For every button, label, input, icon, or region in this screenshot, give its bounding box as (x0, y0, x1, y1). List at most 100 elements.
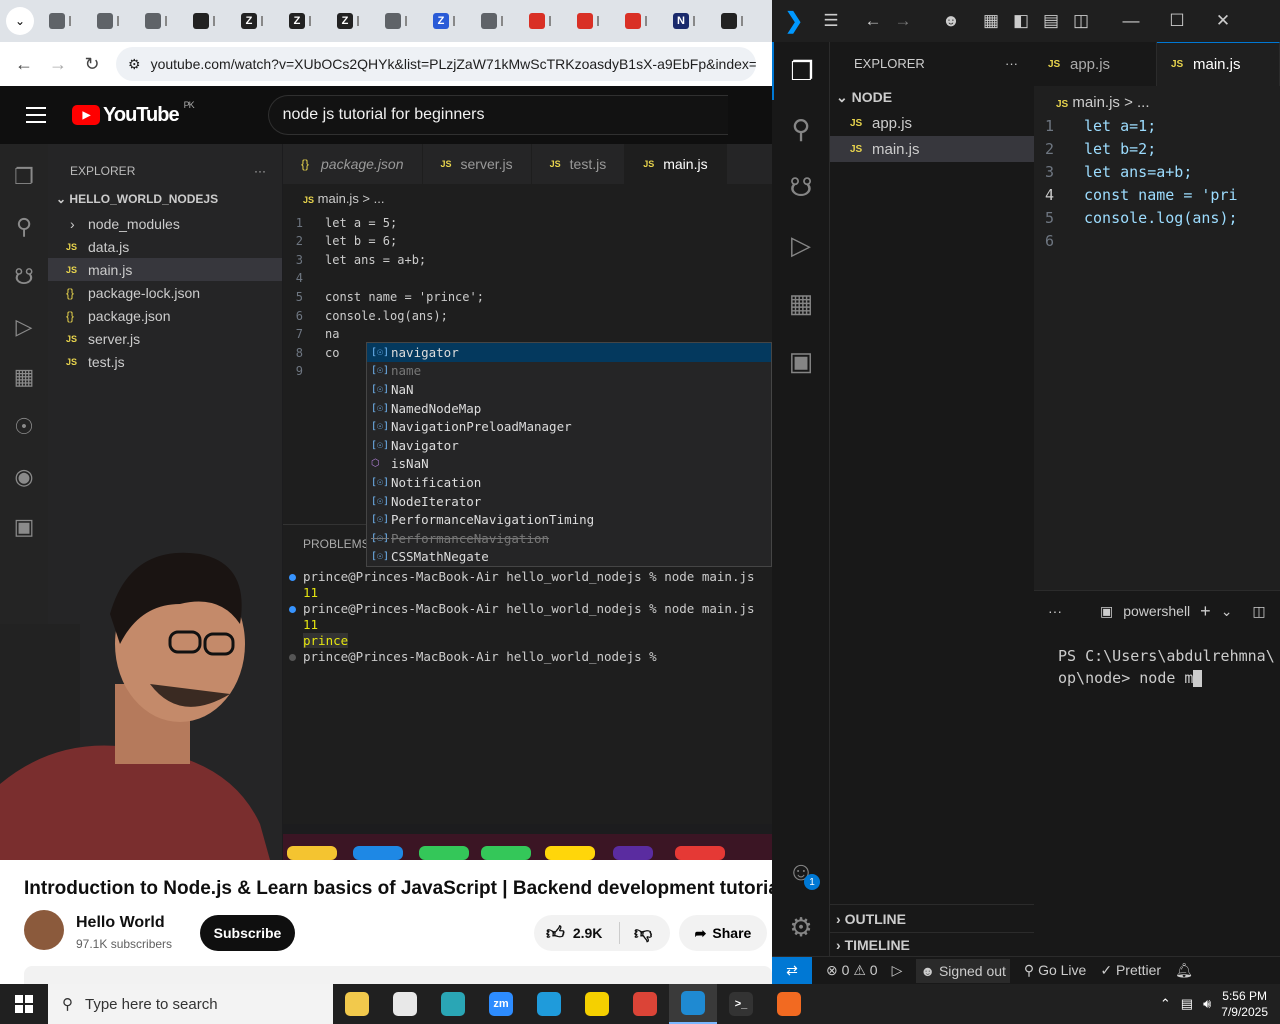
browser-tab[interactable] (518, 6, 562, 36)
forward-arrow-icon[interactable]: → (888, 11, 918, 31)
hamburger-menu-icon[interactable] (26, 107, 46, 123)
new-terminal-icon[interactable]: + (1200, 601, 1211, 622)
close-icon[interactable]: ✕ (1200, 11, 1246, 31)
remote-indicator[interactable]: ⇄ (772, 956, 812, 985)
browser-tab[interactable] (614, 6, 658, 36)
suggestion-item[interactable]: [☉] PerformanceNavigationTiming (367, 510, 771, 529)
address-bar[interactable]: ⚙ youtube.com/watch?v=XUbOCs2QHYk&list=P… (116, 47, 756, 81)
taskbar-app-paint[interactable] (381, 984, 429, 1024)
split-terminal-icon[interactable]: ◫ (1252, 603, 1265, 620)
browser-tab[interactable]: Z (326, 6, 370, 36)
site-settings-icon[interactable]: ⚙ (128, 56, 141, 73)
network-icon[interactable]: ▤ (1181, 996, 1193, 1012)
minimize-icon[interactable]: — (1108, 11, 1154, 31)
like-button[interactable]: 👍︎ 2.9K (534, 922, 620, 944)
share-button[interactable]: ➦ Share (679, 915, 767, 951)
back-arrow-icon[interactable]: ← (858, 11, 888, 31)
browser-tab[interactable]: Z (278, 6, 322, 36)
copilot-icon[interactable]: ☻ (936, 11, 966, 31)
more-icon[interactable]: ··· (1048, 603, 1062, 619)
channel-name[interactable]: Hello World (76, 914, 165, 932)
suggestion-item[interactable]: [☉] navigator (367, 343, 771, 362)
signed-out-status[interactable]: ☻ Signed out (916, 958, 1010, 983)
suggestion-item[interactable]: [☉] Navigator (367, 436, 771, 455)
problems-status[interactable]: ⊗ 0 ⚠ 0 (826, 962, 878, 979)
browser-tab[interactable]: N (662, 6, 706, 36)
clock[interactable]: 5:56 PM 7/9/2025 (1221, 988, 1268, 1020)
vscode-editor-tab[interactable]: JS main.js (1157, 42, 1280, 86)
tab-search-button[interactable]: ⌄ (6, 7, 34, 35)
forward-button[interactable]: → (48, 54, 68, 75)
taskbar-app-store[interactable] (429, 984, 477, 1024)
maximize-icon[interactable]: ☐ (1154, 11, 1200, 31)
timeline-section[interactable]: › TIMELINE (830, 932, 1034, 953)
explorer-icon[interactable]: ❐ (772, 42, 830, 100)
taskbar-app-zoom[interactable]: zm (477, 984, 525, 1024)
youtube-search-input[interactable]: node js tutorial for beginners (267, 95, 728, 135)
chevron-down-icon[interactable]: ⌄ (1221, 603, 1233, 620)
browser-tab[interactable]: Z (422, 6, 466, 36)
taskbar-app-chrome[interactable] (621, 984, 669, 1024)
taskbar-app-terminal[interactable]: >_ (717, 984, 765, 1024)
outline-section[interactable]: › OUTLINE (830, 904, 1034, 927)
taskbar-app-edge[interactable] (525, 984, 573, 1024)
bell-icon[interactable]: 🔔︎ (1175, 962, 1193, 979)
suggestion-item[interactable]: ⬡ isNaN (367, 455, 771, 474)
suggestion-item[interactable]: [☉] NamedNodeMap (367, 399, 771, 418)
toggle-panel-icon[interactable]: ▤ (1036, 11, 1066, 31)
browser-tab[interactable] (38, 6, 82, 36)
video-player[interactable]: ❐ ⚲ ☋ ▷ ▦ ☉ ◉ ▣ EXPLORER ··· ⌄ HELLO_WORL… (0, 144, 772, 860)
browser-tab[interactable]: Z (230, 6, 274, 36)
suggestion-item[interactable]: [☉] Notification (367, 473, 771, 492)
suggestion-item[interactable]: [☉] name (367, 362, 771, 381)
menu-icon[interactable]: ☰ (816, 11, 846, 31)
settings-gear-icon[interactable]: ⚙ (772, 898, 830, 956)
accounts-icon[interactable]: ☺ 1 (772, 842, 830, 900)
prettier-status[interactable]: ✓ Prettier (1100, 962, 1161, 979)
browser-tab[interactable] (470, 6, 514, 36)
toggle-sidebar-icon[interactable]: ◧ (1006, 11, 1036, 31)
taskbar-app-sticky-notes[interactable] (573, 984, 621, 1024)
channel-avatar[interactable] (24, 910, 64, 950)
terminal-name[interactable]: powershell (1123, 603, 1190, 619)
back-button[interactable]: ← (14, 54, 34, 75)
run-debug-icon[interactable]: ▷ (772, 216, 830, 274)
suggestion-item[interactable]: [☉] PerformanceNavigation (367, 529, 771, 548)
reload-button[interactable]: ↻ (82, 54, 102, 75)
browser-tab[interactable] (374, 6, 418, 36)
toggle-secondary-sidebar-icon[interactable]: ◫ (1066, 11, 1096, 31)
extensions-icon[interactable]: ▦ (772, 274, 830, 332)
taskbar-app-file-explorer[interactable] (333, 984, 381, 1024)
suggestion-item[interactable]: [☉] NodeIterator (367, 492, 771, 511)
vscode-editor-tab[interactable]: JS app.js (1034, 42, 1157, 86)
debug-icon[interactable]: ▷ (892, 962, 903, 979)
taskbar-app-other-app[interactable] (765, 984, 813, 1024)
browser-tab[interactable] (134, 6, 178, 36)
youtube-logo[interactable]: ▶ YouTube PK (72, 100, 195, 127)
start-button[interactable] (0, 995, 48, 1013)
browser-tab[interactable] (182, 6, 226, 36)
suggestion-item[interactable]: [☉] NavigationPreloadManager (367, 417, 771, 436)
taskbar-search[interactable]: ⚲ Type here to search (48, 984, 333, 1024)
folder-node[interactable]: ⌄ NODE (830, 71, 1034, 110)
browser-tab[interactable] (86, 6, 130, 36)
subscribe-button[interactable]: Subscribe (200, 915, 295, 951)
suggestion-item[interactable]: [☉] CSSMathNegate (367, 548, 771, 567)
autocomplete-suggestions[interactable]: [☉] navigator [☉] name [☉] NaN [☉] NamedNodeMap… (366, 342, 772, 568)
vscode-file-item[interactable]: JS app.js (830, 110, 1034, 136)
vscode-file-item[interactable]: JS main.js (830, 136, 1034, 162)
search-icon[interactable]: ⚲ (772, 100, 830, 158)
chevron-up-icon[interactable]: ⌃ (1160, 996, 1171, 1012)
volume-icon[interactable]: 🔊︎ (1203, 996, 1211, 1012)
suggestion-item[interactable]: [☉] NaN (367, 380, 771, 399)
remote-explorer-icon[interactable]: ▣ (772, 332, 830, 390)
browser-tab[interactable] (566, 6, 610, 36)
description-box[interactable] (24, 966, 772, 984)
customize-layout-icon[interactable]: ▦ (976, 11, 1006, 31)
more-actions-icon[interactable]: ··· (1005, 56, 1018, 71)
dislike-button[interactable]: 👎︎ (620, 922, 652, 944)
taskbar-app-vscode[interactable] (669, 984, 717, 1024)
browser-tab[interactable] (710, 6, 754, 36)
source-control-icon[interactable]: ☋ (772, 158, 830, 216)
go-live-button[interactable]: ⚲ Go Live (1024, 962, 1086, 979)
